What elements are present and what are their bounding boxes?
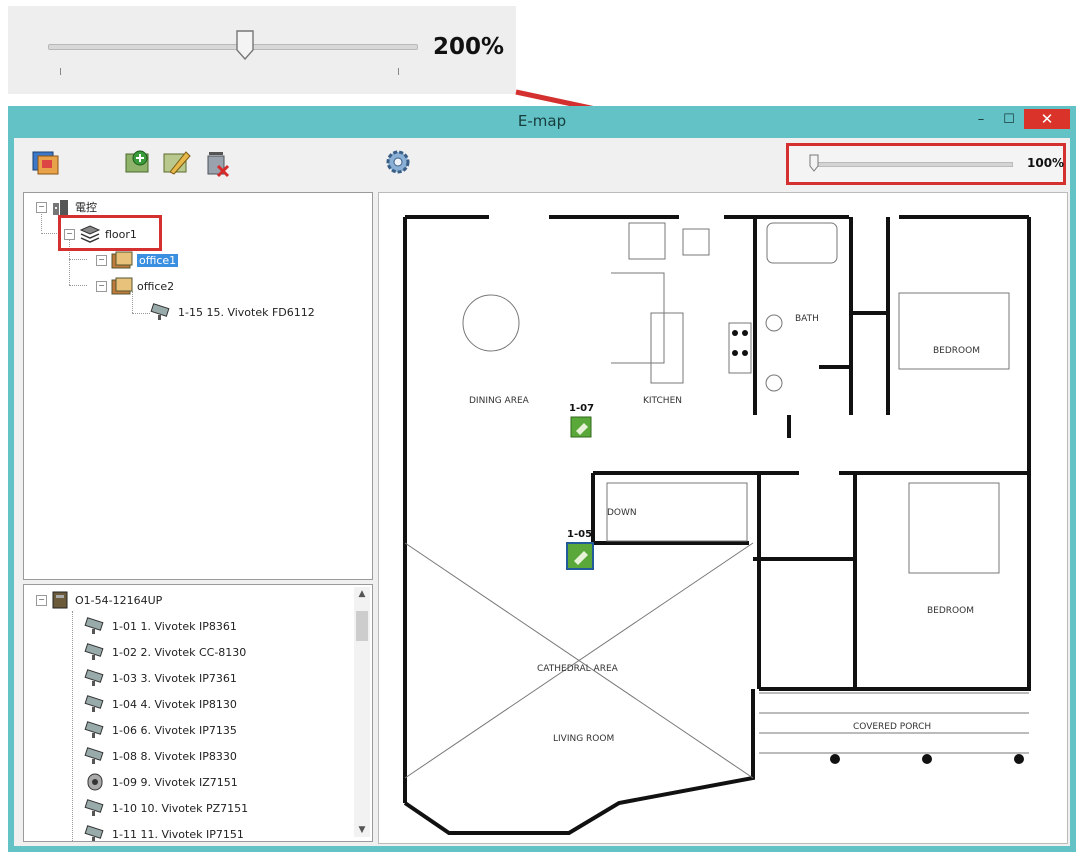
building-icon (53, 200, 68, 215)
camera-marker-icon[interactable] (566, 542, 594, 570)
room-label: COVERED PORCH (853, 722, 931, 732)
scroll-thumb[interactable] (356, 611, 368, 641)
room-label: DOWN (607, 508, 637, 518)
zoom-slider-thumb[interactable] (236, 30, 254, 60)
room-label: KITCHEN (643, 396, 682, 406)
zoom-tick (60, 68, 61, 75)
zoom-value: 100% (1027, 156, 1065, 170)
device-item[interactable]: 1-02 2. Vivotek CC-8130 (84, 643, 246, 661)
device-group[interactable]: − O1-54-12164UP (36, 591, 162, 609)
camera-marker-icon[interactable] (570, 416, 592, 438)
emap-window: E-map – ☐ ✕ 100% − 電控 − floor1 − office1… (8, 106, 1076, 852)
tree-label-camera: 1-15 15. Vivotek FD6112 (178, 305, 315, 319)
camera-icon (84, 721, 104, 738)
camera-icon (84, 617, 104, 634)
device-label: 1-08 8. Vivotek IP8330 (112, 749, 237, 763)
window-client: 100% − 電控 − floor1 − office1 − office2 1… (14, 138, 1070, 846)
device-label: 1-02 2. Vivotek CC-8130 (112, 645, 247, 659)
tree-label-root: 電控 (75, 201, 97, 214)
device-item[interactable]: 1-08 8. Vivotek IP8330 (84, 747, 237, 765)
tree-node-office1[interactable]: − office1 (96, 251, 179, 269)
device-list-scrollbar[interactable]: ▲ ▼ (354, 587, 370, 837)
window-title: E-map (517, 112, 567, 130)
device-label: 1-01 1. Vivotek IP8361 (112, 619, 237, 633)
add-map-icon[interactable] (122, 146, 154, 178)
map-tree: − 電控 − floor1 − office1 − office2 1-15 1… (23, 192, 373, 580)
floor-highlight-box (58, 215, 162, 251)
tree-node-root[interactable]: − 電控 (36, 199, 97, 215)
tree-label-office1: office1 (137, 253, 179, 267)
room-label: BEDROOM (927, 606, 974, 616)
device-label: 1-03 3. Vivotek IP7361 (112, 671, 237, 685)
camera-icon (84, 825, 104, 841)
device-label: 1-10 10. Vivotek PZ7151 (112, 801, 249, 815)
minimize-button[interactable]: – (968, 109, 994, 129)
collapse-toggle[interactable]: − (36, 201, 47, 213)
nvr-icon (52, 591, 68, 609)
zoom-value-large: 200% (433, 34, 505, 60)
tree-node-camera[interactable]: 1-15 15. Vivotek FD6112 (150, 303, 315, 321)
zoom-tick (398, 68, 399, 75)
scroll-down-icon[interactable]: ▼ (354, 823, 370, 837)
device-group-label: O1-54-12164UP (75, 593, 163, 607)
camera-icon (84, 799, 104, 816)
zoom-slider-track[interactable] (811, 162, 1013, 167)
gear-icon[interactable] (382, 146, 414, 178)
camera-icon (150, 303, 170, 320)
room-label: CATHEDRAL AREA (537, 664, 619, 674)
room-label: LIVING ROOM (553, 734, 614, 744)
collapse-toggle[interactable]: − (36, 594, 47, 606)
device-label: 1-09 9. Vivotek IZ7151 (112, 775, 238, 789)
camera-icon (84, 695, 104, 712)
device-label: 1-06 6. Vivotek IP7135 (112, 723, 237, 737)
room-label: BEDROOM (933, 346, 980, 356)
marker-label: 1-05 (567, 529, 592, 540)
floor-plan-map[interactable]: DINING AREA KITCHEN BATH BEDROOM BEDROOM… (378, 192, 1068, 844)
device-item[interactable]: 1-06 6. Vivotek IP7135 (84, 721, 237, 739)
collapse-toggle[interactable]: − (96, 254, 107, 266)
tree-node-office2[interactable]: − office2 (96, 277, 174, 295)
device-list: − O1-54-12164UP 1-01 1. Vivotek IP8361 1… (23, 584, 373, 842)
zoom-slider-box: 100% (786, 143, 1066, 185)
dome-camera-icon (87, 773, 103, 791)
edit-map-icon[interactable] (160, 146, 192, 178)
camera-icon (84, 669, 104, 686)
delete-map-icon[interactable] (200, 146, 232, 178)
room-label: DINING AREA (469, 396, 530, 406)
zoom-slider-track[interactable] (48, 44, 418, 50)
device-item[interactable]: 1-09 9. Vivotek IZ7151 (84, 773, 238, 791)
map-icon (111, 251, 133, 269)
device-item[interactable]: 1-01 1. Vivotek IP8361 (84, 617, 237, 635)
zoom-callout: 200% (8, 6, 516, 94)
floor-plan: DINING AREA KITCHEN BATH BEDROOM BEDROOM… (403, 215, 1031, 835)
tree-label-office2: office2 (137, 279, 175, 293)
room-label: BATH (795, 314, 819, 324)
device-label: 1-11 11. Vivotek IP7151 (112, 827, 244, 841)
camera-icon (84, 747, 104, 764)
zoom-slider-thumb[interactable] (809, 154, 819, 172)
device-item[interactable]: 1-03 3. Vivotek IP7361 (84, 669, 237, 687)
device-item[interactable]: 1-10 10. Vivotek PZ7151 (84, 799, 248, 817)
close-button[interactable]: ✕ (1024, 109, 1070, 129)
device-item[interactable]: 1-04 4. Vivotek IP8130 (84, 695, 237, 713)
title-bar[interactable]: E-map – ☐ ✕ (8, 106, 1076, 138)
device-item[interactable]: 1-11 11. Vivotek IP7151 (84, 825, 244, 841)
marker-label: 1-07 (569, 403, 594, 414)
collapse-toggle[interactable]: − (96, 280, 107, 292)
map-settings-icon[interactable] (30, 146, 62, 178)
scroll-up-icon[interactable]: ▲ (354, 587, 370, 601)
maximize-button[interactable]: ☐ (996, 109, 1022, 129)
camera-icon (84, 643, 104, 660)
device-label: 1-04 4. Vivotek IP8130 (112, 697, 237, 711)
map-icon (111, 277, 133, 295)
